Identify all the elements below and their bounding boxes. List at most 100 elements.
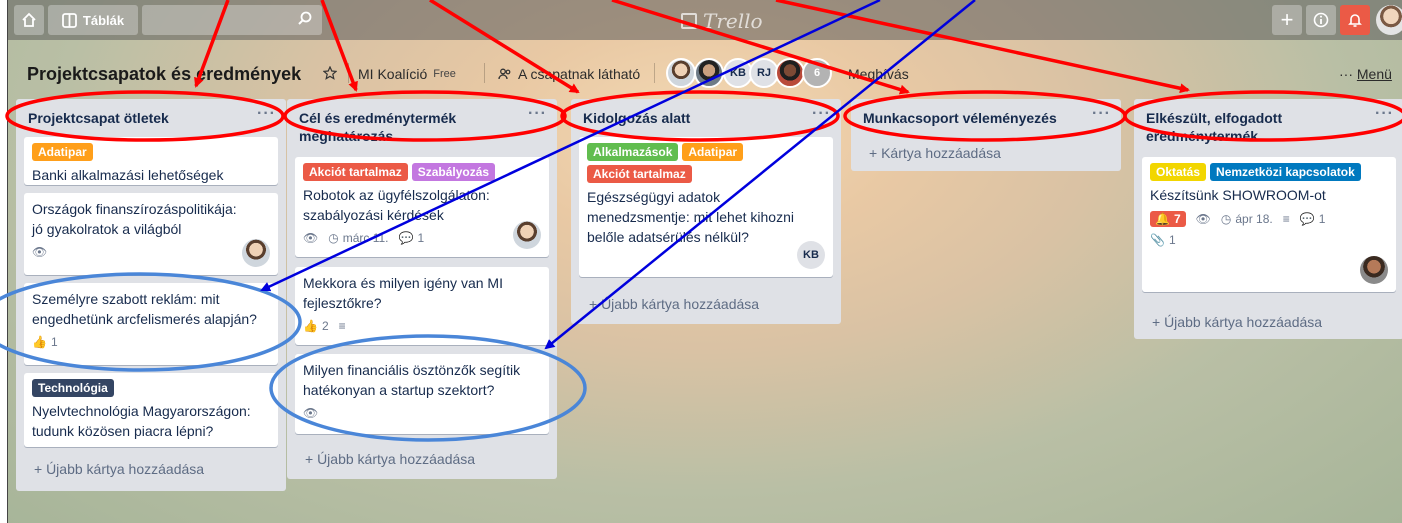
list-projektcsapat-otletek: Projektcsapat ötletek ··· Adatipar Banki… <box>16 99 286 491</box>
clock-icon: ◷ <box>328 231 339 245</box>
home-button[interactable] <box>14 5 44 35</box>
card-label[interactable]: Alkalmazások <box>587 143 679 161</box>
add-card-button[interactable]: + Újabb kártya hozzáadása <box>589 296 759 312</box>
search-input[interactable] <box>142 5 322 35</box>
left-edge <box>0 0 8 523</box>
list-title[interactable]: Munkacsoport véleményezés <box>863 110 1057 126</box>
like-badge: 👍 1 <box>32 335 58 349</box>
create-button[interactable]: + <box>1272 5 1302 35</box>
list-menu-icon[interactable]: ··· <box>528 105 547 123</box>
watch-icon: 👁 <box>32 245 48 259</box>
description-icon: ≡ <box>338 319 346 333</box>
bell-icon: 🔔 <box>1155 212 1170 226</box>
trello-logo-text: Trello <box>703 9 763 33</box>
thumbs-up-icon: 👍 <box>32 335 47 349</box>
card-label[interactable]: Adatipar <box>682 143 744 161</box>
card[interactable]: Országok finanszírozáspolitikája: jó gya… <box>24 193 278 275</box>
boards-label: Táblák <box>82 12 125 28</box>
show-menu-button[interactable]: ··· Menü <box>1339 66 1392 82</box>
comments-badge: 💬 1 <box>1300 212 1326 226</box>
plus-icon: + <box>1280 7 1294 32</box>
more-members-count[interactable]: 6 <box>802 58 832 88</box>
card-label[interactable]: Akciót tartalmaz <box>587 165 692 183</box>
card[interactable]: Mekkora és milyen igény van MI fejlesztő… <box>295 267 549 345</box>
card[interactable]: Oktatás Nemzetközi kapcsolatok Készítsün… <box>1142 157 1396 292</box>
card-label[interactable]: Akciót tartalmaz <box>303 163 408 181</box>
notification-count: 7 <box>1173 212 1181 226</box>
notification-badge: 🔔 7 <box>1150 211 1186 227</box>
card-label[interactable]: Adatipar <box>32 143 93 161</box>
trello-logo[interactable]: Trello <box>681 9 763 33</box>
due-date-badge: ◷ márc 11. <box>328 231 388 245</box>
card-label[interactable]: Technológia <box>32 379 114 397</box>
header-divider <box>348 63 349 83</box>
visibility-button[interactable]: A csapatnak látható <box>498 66 640 82</box>
paperclip-icon: 📎 <box>1150 233 1165 247</box>
boards-button[interactable]: Táblák <box>48 5 138 35</box>
list-title[interactable]: Projektcsapat ötletek <box>28 110 169 126</box>
card-member-avatar[interactable] <box>242 239 270 267</box>
visibility-label: A csapatnak látható <box>518 66 641 82</box>
like-count: 1 <box>50 335 58 349</box>
list-menu-icon[interactable]: ··· <box>257 105 276 123</box>
info-icon <box>1313 12 1329 28</box>
team-button[interactable]: MI Koalíció Free <box>358 66 456 82</box>
list-cel-es-eredmenytermek: Cél és eredménytermék meghatározás ··· A… <box>287 99 557 479</box>
card-title: Nyelvtechnológia Magyarországon: tudunk … <box>32 403 251 439</box>
card[interactable]: Akciót tartalmaz Szabályozás Robotok az … <box>295 157 549 257</box>
invite-button[interactable]: Meghívás <box>848 66 909 82</box>
card-title: Banki alkalmazási lehetőségek <box>32 167 224 183</box>
like-count: 2 <box>321 319 329 333</box>
card-label[interactable]: Oktatás <box>1150 163 1207 181</box>
list-title[interactable]: Cél és eredménytermék meghatározás <box>299 110 456 144</box>
description-icon: ≡ <box>1282 212 1290 226</box>
card-title: Milyen financiális ösztönzők segítik hat… <box>303 362 521 398</box>
trello-logo-icon <box>681 13 697 29</box>
list-title[interactable]: Kidolgozás alatt <box>583 110 690 126</box>
due-date: ápr 18. <box>1235 212 1273 226</box>
due-date: márc 11. <box>342 231 389 245</box>
list-elkeszult-eredmenytermek: Elkészült, elfogadott eredménytermék ···… <box>1134 99 1402 339</box>
card-label[interactable]: Szabályozás <box>411 163 496 181</box>
card-member-avatar[interactable] <box>513 221 541 249</box>
member-avatar[interactable] <box>694 58 724 88</box>
add-card-button[interactable]: + Újabb kártya hozzáadása <box>34 461 204 477</box>
card[interactable]: Személyre szabott reklám: mit engedhetün… <box>24 283 278 365</box>
list-menu-icon[interactable]: ··· <box>1375 105 1394 123</box>
add-card-button[interactable]: + Újabb kártya hozzáadása <box>1152 314 1322 330</box>
watch-icon: 👁 <box>303 231 319 245</box>
search-icon[interactable] <box>298 11 312 25</box>
add-card-button[interactable]: + Kártya hozzáadása <box>869 145 1001 161</box>
card[interactable]: Adatipar Banki alkalmazási lehetőségek <box>24 137 278 185</box>
due-date-badge: ◷ ápr 18. <box>1221 212 1273 226</box>
card-title: Személyre szabott reklám: mit engedhetün… <box>32 291 257 327</box>
comment-count: 1 <box>417 231 425 245</box>
add-card-button[interactable]: + Újabb kártya hozzáadása <box>305 451 475 467</box>
plan-badge: Free <box>433 68 456 80</box>
card-title: Készítsünk SHOWROOM-ot <box>1150 187 1326 203</box>
member-avatar[interactable] <box>666 58 696 88</box>
team-name: MI Koalíció <box>358 66 428 82</box>
card[interactable]: Alkalmazások Adatipar Akciót tartalmaz E… <box>579 137 833 277</box>
user-avatar[interactable] <box>1376 5 1402 35</box>
top-app-bar: Táblák Trello + <box>8 0 1402 40</box>
watch-icon: 👁 <box>1195 212 1211 226</box>
list-title[interactable]: Elkészült, elfogadott eredménytermék <box>1146 110 1282 144</box>
card-member-avatar-kb[interactable]: KB <box>797 241 825 269</box>
card[interactable]: Technológia Nyelvtechnológia Magyarorszá… <box>24 373 278 447</box>
star-button[interactable] <box>323 66 337 80</box>
bell-icon <box>1348 14 1362 27</box>
list-menu-icon[interactable]: ··· <box>1092 105 1111 123</box>
notifications-button[interactable] <box>1340 5 1370 35</box>
watch-icon: 👁 <box>303 406 319 420</box>
card-member-avatar[interactable] <box>1360 256 1388 284</box>
list-menu-icon[interactable]: ··· <box>812 105 831 123</box>
attachment-count: 1 <box>1168 233 1176 247</box>
menu-dots-icon: ··· <box>1339 66 1353 82</box>
header-divider <box>654 63 655 83</box>
card-label[interactable]: Nemzetközi kapcsolatok <box>1210 163 1361 181</box>
member-avatar[interactable] <box>775 58 805 88</box>
card[interactable]: Milyen financiális ösztönzők segítik hat… <box>295 354 549 434</box>
board-title[interactable]: Projektcsapatok és eredmények <box>27 64 301 85</box>
info-button[interactable] <box>1306 5 1336 35</box>
